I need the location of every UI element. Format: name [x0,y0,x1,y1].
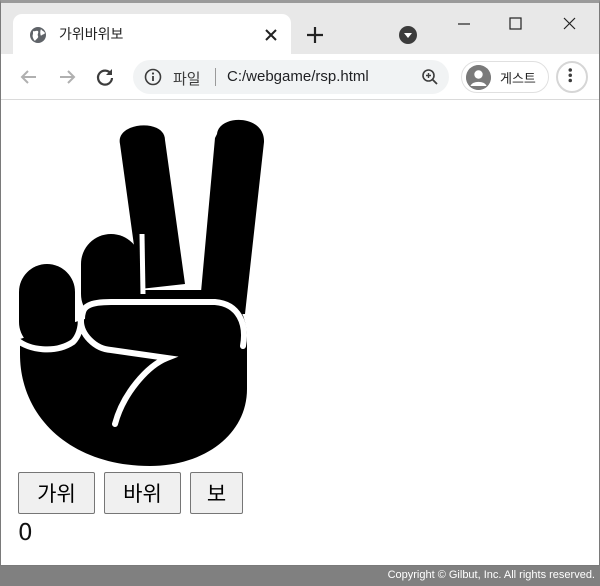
profile-button[interactable]: 게스트 [461,61,549,93]
globe-icon [30,27,46,43]
chevron-down-icon[interactable] [398,25,418,45]
url-divider [215,68,216,86]
arrow-right-icon[interactable] [55,65,79,89]
person-icon [466,65,491,90]
minimize-icon[interactable] [441,9,487,39]
browser-toolbar: 파일 C:/webgame/rsp.html 게스트 [1,54,599,100]
reload-icon[interactable] [93,65,117,89]
copyright-text: Copyright © Gilbut, Inc. All rights rese… [387,569,595,581]
arrow-left-icon[interactable] [17,65,41,89]
scheme-label: 파일 [173,70,201,88]
maximize-icon[interactable] [493,9,539,39]
kebab-menu-icon[interactable] [556,61,588,93]
url-text[interactable]: C:/webgame/rsp.html [227,68,369,85]
footer-band: Copyright © Gilbut, Inc. All rights rese… [0,566,600,586]
scissors-button[interactable]: 가위 [18,472,95,514]
info-icon[interactable] [144,68,162,86]
tab-strip: 가위바위보 [1,3,599,54]
browser-window: 가위바위보 파일 C:/webgame/rsp.html 게스트 가위 바위 보… [0,0,600,566]
page-content: 가위 바위 보 0 [1,100,599,565]
tab-title: 가위바위보 [59,27,124,43]
peace-sign-hand [15,119,265,466]
rock-button[interactable]: 바위 [104,472,181,514]
profile-label: 게스트 [500,72,536,87]
score-display: 0 [18,520,33,546]
address-bar[interactable]: 파일 C:/webgame/rsp.html [133,60,449,94]
zoom-icon[interactable] [421,68,439,86]
window-close-icon[interactable] [546,9,592,39]
paper-button[interactable]: 보 [190,472,243,514]
tab-active[interactable]: 가위바위보 [13,14,291,54]
close-icon[interactable] [263,27,279,43]
plus-icon[interactable] [304,24,326,46]
